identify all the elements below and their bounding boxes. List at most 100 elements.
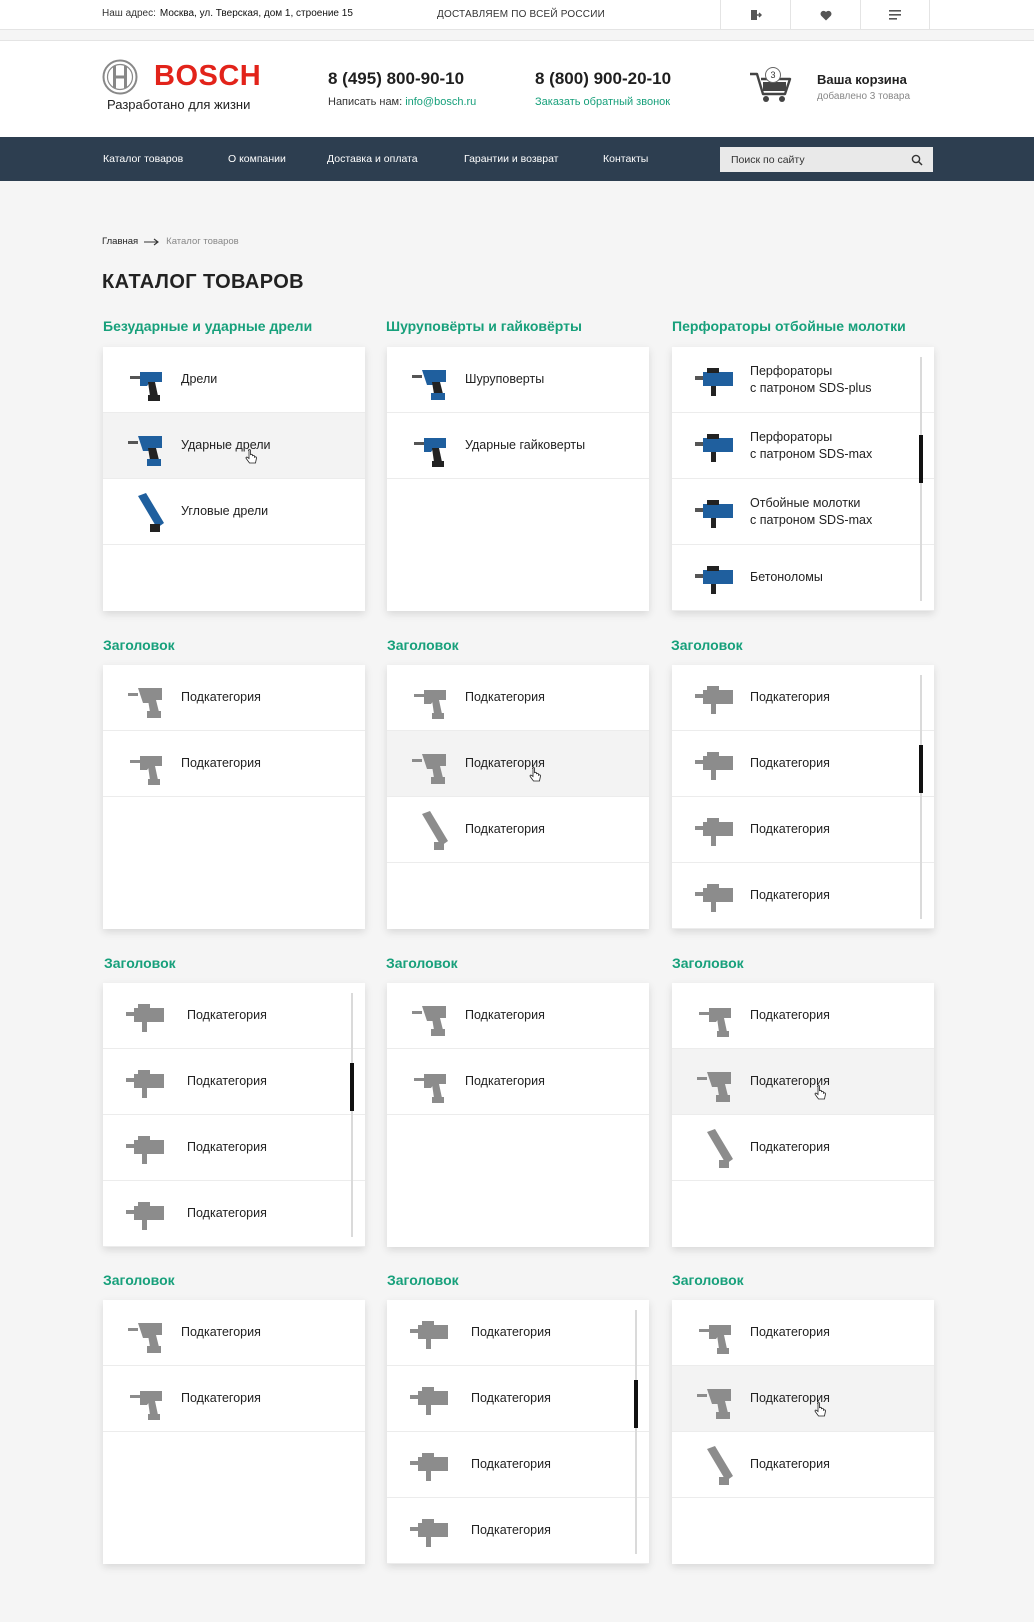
subcategory-item[interactable]: Подкатегория [387,665,649,731]
category-card: Подкатегория Подкатегория Подкатегория Подк… [103,983,365,1247]
subcategory-item[interactable]: Перфораторы с патроном SDS-max [672,413,934,479]
email-link[interactable]: info@bosch.ru [405,96,476,108]
bosch-ring-icon [102,59,138,95]
phone-free[interactable]: 8 (800) 900-20-10 [535,69,671,89]
subcategory-item[interactable]: Подкатегория [103,731,365,797]
subcategory-item[interactable]: Подкатегория [103,1366,365,1432]
screw-tool-icon [688,1057,742,1107]
category-card: Подкатегория Подкатегория [103,1300,365,1564]
hand-cursor-icon [529,767,541,782]
subcategory-item[interactable]: Ударные дрели [103,413,365,479]
subcategory-label: Бетоноломы [750,570,823,584]
subcategory-label: Подкатегория [465,1074,545,1088]
perf-tool-icon [688,553,742,603]
category-title[interactable]: Заголовок [672,1272,744,1288]
scrollbar-track[interactable] [351,993,353,1237]
category-title[interactable]: Заголовок [671,637,743,653]
subcategory-label: Подкатегория [750,888,830,902]
subcategory-item[interactable]: Подкатегория [387,1432,649,1498]
subcategory-label: Подкатегория [471,1457,551,1471]
search-input[interactable] [720,147,905,172]
subcategory-item[interactable]: Подкатегория [387,983,649,1049]
category-title[interactable]: Заголовок [672,955,744,971]
callback-link[interactable]: Заказать обратный звонок [535,96,670,108]
menu-icon[interactable] [860,0,930,30]
category-title[interactable]: Заголовок [387,637,459,653]
top-bar: Наш адрес: Москва, ул. Тверская, дом 1, с… [0,0,1034,30]
category-title[interactable]: Перфораторы отбойные молотки [672,318,906,334]
subcategory-item[interactable]: Подкатегория [672,1300,934,1366]
subcategory-item[interactable]: Перфораторы с патроном SDS-plus [672,347,934,413]
nav-delivery[interactable]: Доставка и оплата [327,153,418,165]
subcategory-item[interactable]: Бетоноломы [672,545,934,611]
heart-icon[interactable] [790,0,860,30]
subcategory-item[interactable]: Подкатегория [387,731,649,797]
subcategory-item[interactable]: Подкатегория [387,797,649,863]
category-title[interactable]: Заголовок [387,1272,459,1288]
subcategory-item[interactable]: Подкатегория [103,665,365,731]
header: BOSCH Разработано для жизни 8 (495) 800-… [0,40,1034,137]
subcategory-item[interactable]: Подкатегория [672,1115,934,1181]
subcategory-item[interactable]: Подкатегория [387,1498,649,1564]
subcategory-item[interactable]: Подкатегория [387,1366,649,1432]
category-title[interactable]: Заголовок [103,637,175,653]
nav-catalog[interactable]: Каталог товаров [103,153,183,165]
bosch-logo[interactable]: BOSCH Разработано для жизни [102,59,272,119]
subcategory-item[interactable]: Подкатегория [103,1300,365,1366]
subcategory-label: Подкатегория [465,690,545,704]
subcategory-item[interactable]: Шуруповерты [387,347,649,413]
category-title[interactable]: Заголовок [386,955,458,971]
subcategory-item[interactable]: Подкатегория [672,1432,934,1498]
perf-tool-icon [688,673,742,723]
subcategory-item[interactable]: Угловые дрели [103,479,365,545]
subcategory-item[interactable]: Подкатегория [672,1366,934,1432]
subcategory-item[interactable]: Подкатегория [387,1049,649,1115]
scrollbar-thumb[interactable] [919,745,923,793]
scrollbar-thumb[interactable] [350,1063,354,1111]
category-title[interactable]: Безударные и ударные дрели [103,318,312,334]
search-icon[interactable] [911,154,923,166]
subcategory-item[interactable]: Подкатегория [672,1049,934,1115]
screw-tool-icon [688,1374,742,1424]
subcategory-item[interactable]: Подкатегория [672,731,934,797]
subcategory-label: Шуруповерты [465,372,545,386]
subcategory-item[interactable]: Подкатегория [103,983,365,1049]
login-icon[interactable] [720,0,790,30]
subcategory-item[interactable]: Подкатегория [672,863,934,929]
subcategory-label: Подкатегория [471,1325,551,1339]
subcategory-item[interactable]: Дрели [103,347,365,413]
subcategory-label: Подкатегория [187,1008,267,1022]
cart-title[interactable]: Ваша корзина [817,72,907,87]
scrollbar-thumb[interactable] [634,1380,638,1428]
category-title[interactable]: Заголовок [103,1272,175,1288]
category-card: Подкатегория Подкатегория Подкатегория [672,983,934,1247]
subcategory-item[interactable]: Подкатегория [672,983,934,1049]
email-label: Написать нам: [328,96,403,108]
nav-contacts[interactable]: Контакты [603,153,648,165]
scrollbar-track[interactable] [920,675,922,919]
scrollbar-track[interactable] [635,1310,637,1554]
cart-button[interactable]: 3 [748,65,796,105]
phone-moscow[interactable]: 8 (495) 800-90-10 [328,69,464,89]
subcategory-label: Перфораторы с патроном SDS-max [750,429,873,461]
category-title[interactable]: Шуруповёрты и гайковёрты [386,318,582,334]
subcategory-item[interactable]: Ударные гайковерты [387,413,649,479]
subcategory-item[interactable]: Подкатегория [103,1181,365,1247]
subcategory-item[interactable]: Подкатегория [672,797,934,863]
breadcrumb-home[interactable]: Главная [102,236,138,247]
nav-about[interactable]: О компании [228,153,286,165]
angle-tool-icon [688,1440,742,1490]
subcategory-item[interactable]: Подкатегория [672,665,934,731]
subcategory-item[interactable]: Отбойные молотки с патроном SDS-max [672,479,934,545]
perf-tool-icon [403,1440,457,1490]
subcategory-label: Отбойные молотки с патроном SDS-max [750,495,873,527]
nav-warranty[interactable]: Гарантии и возврат [464,153,559,165]
scrollbar-thumb[interactable] [919,435,923,483]
address: Наш адрес: Москва, ул. Тверская, дом 1, с… [102,8,353,19]
subcategory-label: Подкатегория [187,1206,267,1220]
subcategory-item[interactable]: Подкатегория [103,1049,365,1115]
subcategory-item[interactable]: Подкатегория [387,1300,649,1366]
subcategory-item[interactable]: Подкатегория [103,1115,365,1181]
category-title[interactable]: Заголовок [104,955,176,971]
subcategory-label: Ударные дрели [181,438,271,452]
